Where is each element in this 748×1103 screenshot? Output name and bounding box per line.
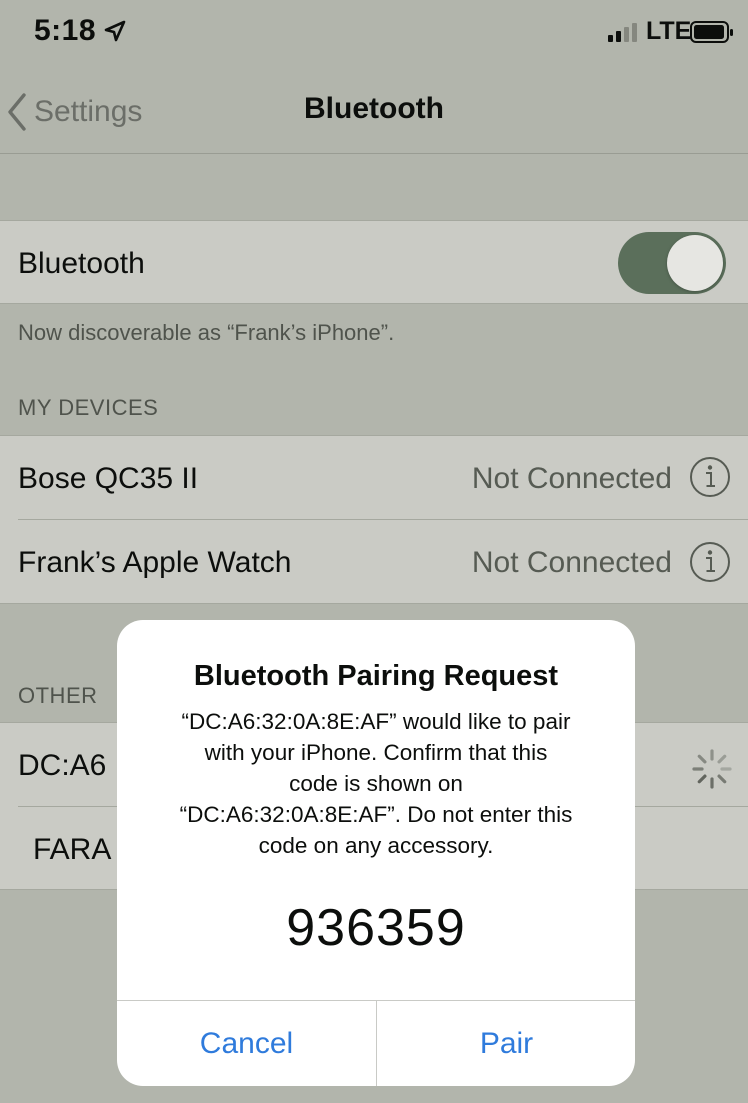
device-name: FARA (33, 833, 112, 866)
cancel-button[interactable]: Cancel (117, 1001, 376, 1086)
device-name: Bose QC35 II (18, 462, 199, 495)
carrier-label: LTE (646, 17, 692, 45)
device-status: Not Connected (471, 462, 672, 495)
alert-message-line: “DC:A6:32:0A:8E:AF” would like to pair (181, 709, 571, 734)
status-time: 5:18 (34, 14, 97, 47)
bluetooth-toggle[interactable] (618, 232, 726, 294)
alert-message-line: with your iPhone. Confirm that this (204, 740, 548, 765)
loading-spinner-icon (692, 749, 732, 789)
location-arrow-icon (104, 20, 126, 42)
alert-message-line: “DC:A6:32:0A:8E:AF”. Do not enter this (179, 802, 573, 827)
pair-button[interactable]: Pair (377, 1001, 635, 1086)
my-devices-list: Bose QC35 II Not Connected Frank’s Apple… (0, 435, 748, 604)
pairing-alert-dialog: Bluetooth Pairing Request “DC:A6:32:0A:8… (117, 620, 635, 1086)
bluetooth-row-label: Bluetooth (18, 247, 145, 280)
device-row-bose[interactable]: Bose QC35 II Not Connected (0, 435, 748, 519)
alert-message: “DC:A6:32:0A:8E:AF” would like to pair w… (139, 706, 613, 861)
device-status: Not Connected (471, 546, 672, 579)
device-name: DC:A6 (18, 749, 107, 782)
cellular-signal-icon (608, 22, 638, 42)
alert-title: Bluetooth Pairing Request (193, 660, 559, 692)
device-name: Frank’s Apple Watch (18, 546, 292, 579)
info-icon[interactable] (688, 540, 732, 584)
alert-message-line: code is shown on (289, 771, 463, 796)
pairing-code: 936359 (286, 899, 466, 957)
other-devices-header: OTHER (18, 683, 98, 708)
page-title: Bluetooth (304, 92, 444, 125)
battery-icon (690, 21, 733, 43)
nav-divider (0, 153, 748, 154)
info-icon[interactable] (688, 455, 732, 499)
alert-message-line: code on any accessory. (258, 833, 494, 858)
my-devices-header: MY DEVICES (18, 395, 159, 420)
toggle-knob (667, 235, 723, 291)
discoverable-note: Now discoverable as “Frank’s iPhone”. (18, 320, 395, 345)
device-row-apple-watch[interactable]: Frank’s Apple Watch Not Connected (0, 520, 748, 604)
